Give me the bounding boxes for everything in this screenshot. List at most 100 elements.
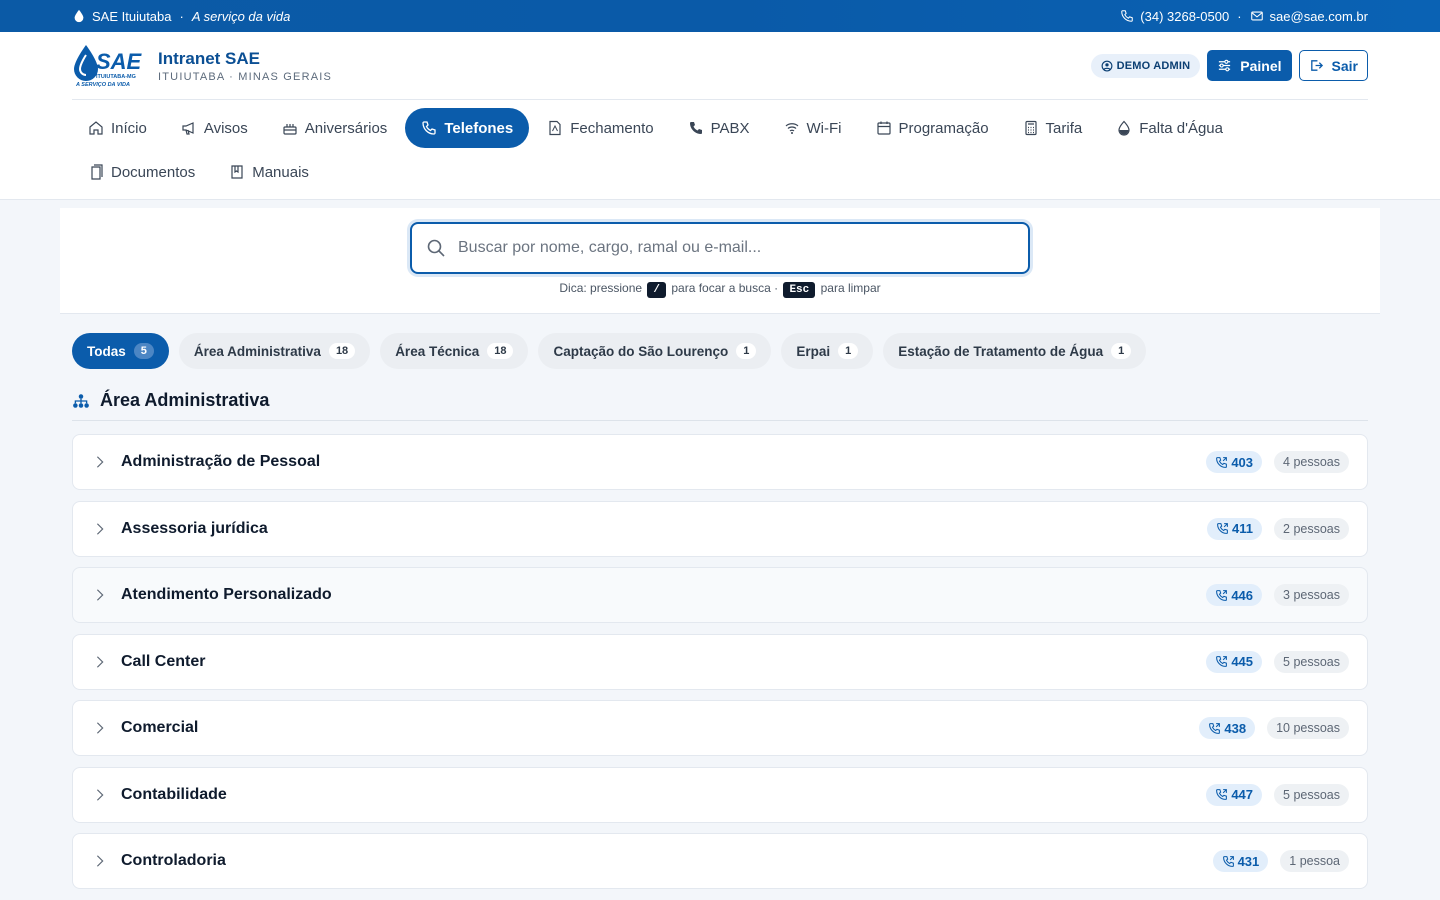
nav-item-fechamento[interactable]: Fechamento: [531, 108, 669, 148]
contact-phone[interactable]: (34) 3268-0500: [1140, 9, 1229, 24]
extension-number: 438: [1224, 720, 1247, 736]
nav-item-falta-agua[interactable]: Falta d'Água: [1100, 108, 1239, 148]
home-icon: [89, 121, 103, 135]
tagline: A serviço da vida: [191, 8, 291, 24]
nav-label: Aniversários: [304, 119, 388, 137]
filter-chip-todas[interactable]: Todas 5: [72, 333, 169, 369]
people-count: 2 pessoas: [1274, 517, 1349, 540]
contact-email[interactable]: sae@sae.com.br: [1270, 9, 1368, 24]
chevron-right-icon: [96, 522, 104, 535]
documents-icon: [91, 164, 103, 180]
top-bar-contact: (34) 3268-0500 · sae@sae.com.br: [1120, 9, 1368, 24]
department-row[interactable]: Comercial 438 10 pessoas: [72, 700, 1368, 756]
nav-item-tarifa[interactable]: Tarifa: [1007, 108, 1099, 148]
section-header: Área Administrativa: [72, 389, 1368, 421]
main-nav: Início Avisos Aniversários Telefones Fec…: [72, 100, 1368, 192]
chip-count: 1: [736, 343, 757, 359]
droplet-icon: [1118, 120, 1130, 136]
user-badge[interactable]: DEMO ADMIN: [1090, 53, 1201, 78]
book-icon: [231, 165, 243, 179]
extension-badge[interactable]: 403: [1206, 451, 1263, 473]
nav-label: Documentos: [111, 163, 196, 181]
nav-item-telefones[interactable]: Telefones: [405, 108, 530, 148]
separator: ·: [1237, 8, 1242, 24]
nav-item-manuais[interactable]: Manuais: [213, 152, 325, 192]
site-subtitle: ITUIUTABA · MINAS GERAIS: [158, 70, 333, 83]
wifi-icon: [785, 123, 798, 134]
kbd-slash: /: [647, 282, 667, 298]
nav-label: Wi-Fi: [806, 119, 842, 137]
filter-chip-area-administrativa[interactable]: Área Administrativa 18: [178, 333, 371, 369]
chevron-right-icon: [96, 655, 104, 668]
department-row[interactable]: Call Center 445 5 pessoas: [72, 633, 1368, 690]
brand[interactable]: SAE ITUIUTABA-MG A SERVIÇO DA VIDA Intra…: [72, 43, 332, 89]
nav-item-avisos[interactable]: Avisos: [165, 108, 264, 148]
department-row[interactable]: Administração de Pessoal 403 4 pessoas: [72, 434, 1368, 490]
people-count: 10 pessoas: [1267, 717, 1349, 739]
department-row[interactable]: Assessoria jurídica 411 2 pessoas: [72, 500, 1368, 557]
calendar-icon: [876, 121, 891, 135]
people-count: 1 pessoa: [1280, 850, 1349, 872]
logout-button[interactable]: Sair: [1298, 50, 1368, 81]
separator: ·: [179, 8, 184, 24]
chevron-right-icon: [96, 855, 104, 867]
sae-logo: SAE ITUIUTABA-MG A SERVIÇO DA VIDA: [72, 43, 148, 89]
extension-badge[interactable]: 411: [1207, 517, 1263, 540]
nav-label: Telefones: [444, 119, 514, 137]
department-name: Administração de Pessoal: [121, 453, 321, 470]
header: SAE ITUIUTABA-MG A SERVIÇO DA VIDA Intra…: [0, 32, 1440, 200]
chip-count: 1: [1111, 343, 1132, 359]
phone-call-icon: [1209, 722, 1221, 734]
extension-number: 447: [1231, 787, 1254, 802]
filter-chip-area-tecnica[interactable]: Área Técnica 18: [380, 333, 529, 369]
department-name: Comercial: [121, 719, 199, 736]
extension-badge[interactable]: 447: [1206, 783, 1263, 806]
phone-call-icon: [1216, 456, 1228, 468]
department-row[interactable]: Atendimento Personalizado 446 3 pessoas: [72, 567, 1368, 623]
extension-badge[interactable]: 446: [1206, 584, 1263, 606]
calculator-icon: [1024, 120, 1037, 136]
nav-item-programacao[interactable]: Programação: [860, 108, 1005, 148]
filter-chip-eta[interactable]: Estação de Tratamento de Água 1: [883, 333, 1147, 369]
extension-badge[interactable]: 445: [1206, 650, 1263, 673]
people-count: 3 pessoas: [1274, 584, 1349, 606]
extension-badge[interactable]: 438: [1199, 717, 1256, 739]
extension-badge[interactable]: 431: [1212, 850, 1269, 872]
top-bar-left: SAE Ituiutaba · A serviço da vida: [72, 9, 290, 24]
kbd-esc: Esc: [783, 282, 816, 298]
phone-call-icon: [1217, 523, 1228, 534]
department-name: Assessoria jurídica: [121, 519, 268, 537]
department-row[interactable]: Contabilidade 447 5 pessoas: [72, 766, 1368, 823]
phone-call-icon: [1216, 656, 1228, 667]
filter-chip-erpai[interactable]: Erpai 1: [781, 333, 874, 369]
department-name: Call Center: [121, 652, 206, 670]
chip-label: Área Administrativa: [193, 343, 321, 359]
phone-solid-icon: [689, 122, 702, 134]
megaphone-icon: [182, 122, 194, 135]
people-count: 4 pessoas: [1274, 451, 1349, 473]
nav-label: Programação: [898, 119, 989, 137]
search-box[interactable]: [410, 222, 1030, 274]
search-input[interactable]: [458, 239, 978, 257]
phone-icon: [422, 121, 436, 135]
nav-item-aniversarios[interactable]: Aniversários: [266, 108, 404, 148]
nav-item-documentos[interactable]: Documentos: [72, 152, 211, 192]
section-title: Área Administrativa: [100, 390, 270, 410]
nav-item-pabx[interactable]: PABX: [672, 108, 766, 148]
panel-button[interactable]: Painel: [1207, 50, 1292, 81]
extension-number: 446: [1231, 587, 1254, 603]
org-chart-icon: [73, 393, 89, 408]
site-title: Intranet SAE: [158, 48, 261, 68]
extension-number: 403: [1231, 454, 1254, 470]
department-name: Controladoria: [121, 852, 226, 869]
filter-chip-captacao[interactable]: Captação do São Lourenço 1: [538, 333, 772, 369]
department-row[interactable]: Controladoria 431 1 pessoa: [72, 833, 1368, 889]
svg-text:ITUIUTABA-MG: ITUIUTABA-MG: [96, 74, 136, 80]
nav-item-inicio[interactable]: Início: [72, 108, 163, 148]
nav-item-wifi[interactable]: Wi-Fi: [768, 108, 858, 148]
header-row: SAE ITUIUTABA-MG A SERVIÇO DA VIDA Intra…: [72, 32, 1368, 100]
nav-label: Tarifa: [1045, 119, 1083, 137]
pdf-icon: [549, 120, 561, 136]
nav-label: Início: [111, 119, 147, 137]
droplet-icon: [74, 9, 84, 23]
